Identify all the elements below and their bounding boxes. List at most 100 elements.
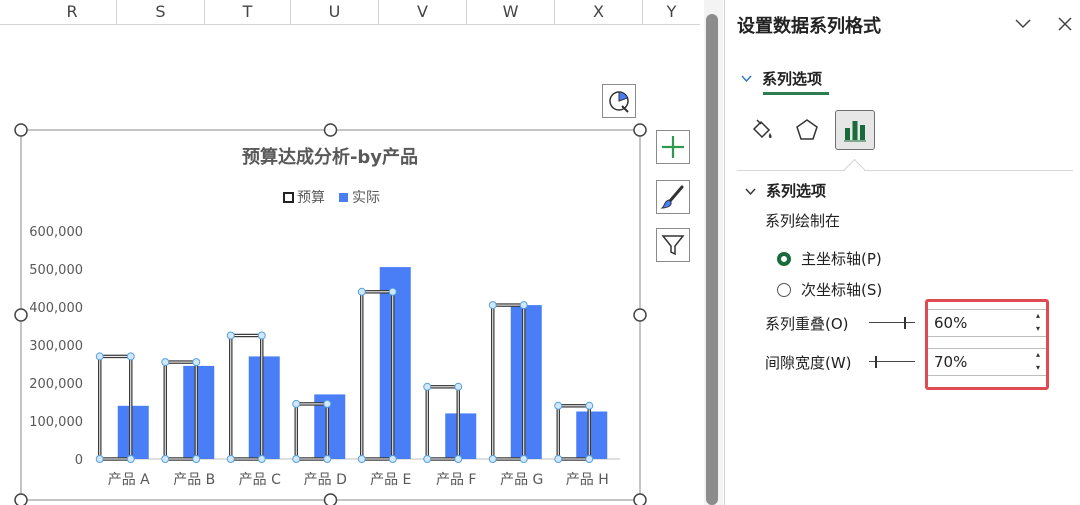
series-overlap-slider-knob[interactable]	[904, 317, 906, 329]
series-selection-handle	[519, 455, 528, 463]
chart-resize-handle[interactable]	[633, 123, 647, 137]
series-selection-handle	[161, 455, 170, 463]
x-tick-label: 产品 B	[173, 472, 215, 488]
plot-series-on-label: 系列绘制在	[765, 212, 841, 230]
effects-tab[interactable]	[787, 110, 827, 150]
series-selection-handle	[357, 455, 366, 463]
x-tick-label: 产品 E	[370, 472, 411, 488]
bar-actual	[510, 305, 542, 459]
series-selection-handle	[292, 455, 301, 463]
x-tick-label: 产品 C	[239, 472, 281, 488]
format-data-series-pane: 设置数据系列格式 系列选项 系列选项 系列绘制在 主坐标轴(P) 次坐标轴(S)…	[724, 0, 1080, 505]
tab-series-options-label: 系列选项	[762, 69, 823, 88]
highlight-annotation-box	[925, 299, 1049, 390]
filter-icon	[661, 235, 685, 256]
series-selection-handle	[554, 401, 563, 410]
chart-resize-handle[interactable]	[14, 123, 28, 137]
series-selection-handle	[454, 455, 463, 463]
y-tick-label: 600,000	[29, 225, 83, 240]
series-selection-handle	[554, 455, 563, 463]
series-selection-handle	[257, 455, 266, 463]
x-tick-label: 产品 H	[566, 472, 609, 488]
chart-elements-button[interactable]	[656, 130, 690, 164]
x-tick-label: 产品 A	[108, 472, 150, 488]
chart-resize-handle[interactable]	[323, 493, 338, 505]
y-tick-label: 300,000	[29, 339, 83, 354]
series-selection-handle	[192, 358, 201, 367]
legend-swatch-actual	[339, 193, 348, 202]
series-overlap-slider[interactable]	[869, 317, 915, 329]
pane-close-button[interactable]	[1051, 10, 1079, 38]
section-series-options-label: 系列选项	[766, 182, 827, 200]
gap-width-slider[interactable]	[869, 356, 915, 368]
gap-width-label: 间隙宽度(W)	[765, 354, 852, 372]
series-selection-handle	[226, 455, 235, 463]
chevron-down-icon	[745, 184, 756, 198]
series-selection-handle	[454, 382, 463, 391]
pane-title: 设置数据系列格式	[737, 16, 881, 37]
series-selection-handle	[423, 382, 432, 391]
series-overlap-label: 系列重叠(O)	[765, 315, 849, 333]
vertical-scrollbar-thumb[interactable]	[706, 14, 718, 505]
series-selection-handle	[488, 301, 497, 310]
x-tick-label: 产品 F	[436, 472, 477, 488]
secondary-axis-option[interactable]: 次坐标轴(S)	[777, 279, 882, 300]
chart-resize-handle[interactable]	[323, 123, 338, 137]
chart-styles-button[interactable]	[656, 180, 690, 214]
close-icon	[1058, 17, 1072, 31]
secondary-axis-radio[interactable]	[777, 282, 791, 297]
chart-filters-button[interactable]	[656, 228, 690, 262]
pane-options-button[interactable]	[1009, 10, 1037, 38]
tab-series-options[interactable]: 系列选项	[741, 62, 822, 94]
x-tick-label: 产品 D	[304, 472, 347, 488]
series-selection-handle	[388, 455, 397, 463]
worksheet-area[interactable]: R S T U V W X Y 预算达成分析-by产品 预算 实际 0 100,000 2…	[0, 0, 700, 505]
series-selection-handle	[161, 358, 170, 367]
plus-icon	[662, 136, 684, 158]
bar-actual	[379, 267, 411, 459]
series-selection-handle	[95, 455, 104, 463]
series-selection-handle	[323, 455, 332, 463]
series-selection-handle	[126, 352, 135, 361]
chart-resize-handle[interactable]	[14, 308, 28, 322]
chart-resize-handle[interactable]	[14, 493, 28, 505]
primary-axis-label: 主坐标轴(P)	[801, 250, 882, 268]
fill-line-icon	[752, 119, 772, 139]
series-selection-handle	[357, 287, 366, 296]
secondary-axis-label: 次坐标轴(S)	[801, 281, 883, 299]
chart-resize-handle[interactable]	[633, 308, 647, 322]
series-selection-handle	[585, 401, 594, 410]
series-selection-handle	[192, 455, 201, 463]
series-selection-handle	[257, 331, 266, 340]
gap-width-slider-knob[interactable]	[875, 356, 877, 368]
y-tick-label: 0	[75, 453, 83, 468]
pane-divider	[737, 170, 1073, 171]
primary-axis-option[interactable]: 主坐标轴(P)	[777, 248, 882, 269]
section-series-options[interactable]: 系列选项	[745, 180, 826, 201]
chart-style-icon	[609, 91, 629, 113]
chart-resize-handle[interactable]	[633, 493, 647, 505]
series-selection-handle	[388, 287, 397, 296]
fill-line-tab[interactable]	[741, 110, 781, 150]
bar-actual	[183, 365, 215, 459]
series-selection-handle	[292, 399, 301, 408]
y-tick-label: 100,000	[29, 415, 83, 430]
legend-label-actual: 实际	[352, 190, 380, 206]
series-selection-handle	[226, 331, 235, 340]
x-tick-label: 产品 G	[500, 472, 543, 488]
series-selection-handle	[519, 301, 528, 310]
active-tab-indicator	[763, 92, 829, 95]
primary-axis-radio[interactable]	[777, 251, 791, 266]
series-selection-handle	[323, 399, 332, 408]
series-options-tab[interactable]	[835, 110, 875, 150]
series-selection-handle	[585, 455, 594, 463]
bar-actual	[445, 413, 477, 459]
y-tick-label: 400,000	[29, 301, 83, 316]
chart-canvas[interactable]: 预算达成分析-by产品预算 实际 0 100,000 200,000 300,000 400…	[0, 0, 700, 505]
pane-divider-notch	[843, 158, 866, 181]
series-selection-handle	[126, 455, 135, 463]
series-selection-handle	[95, 352, 104, 361]
chart-style-quick-button[interactable]	[602, 84, 636, 118]
y-tick-label: 500,000	[29, 263, 83, 278]
chevron-down-icon	[1015, 19, 1031, 29]
